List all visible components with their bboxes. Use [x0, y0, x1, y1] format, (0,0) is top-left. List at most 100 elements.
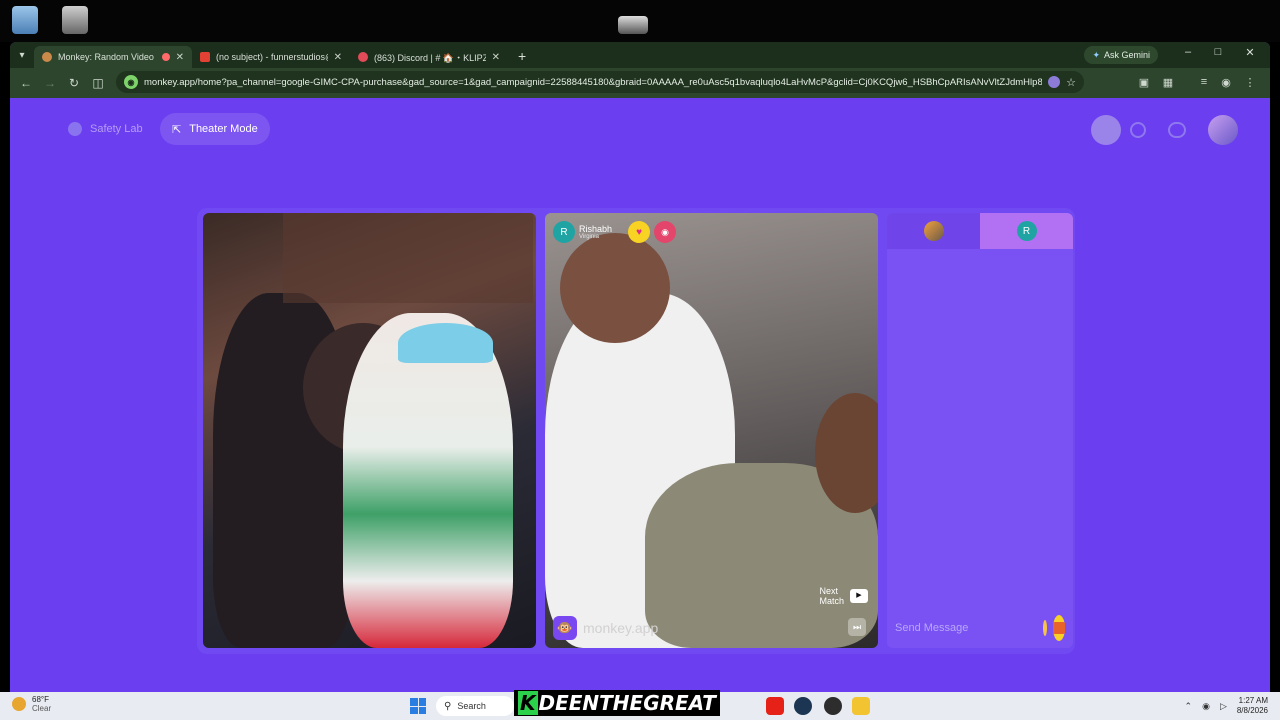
taskbar-search[interactable]: ⚲ Search	[436, 696, 514, 716]
background-crowd	[283, 213, 533, 303]
back-button[interactable]: ←	[14, 76, 38, 90]
forward-button[interactable]: →	[38, 76, 62, 90]
history-icon[interactable]	[1130, 122, 1146, 138]
tab-discord[interactable]: (863) Discord | # 🏠・KLIPZ | ıдвк ✕	[350, 46, 508, 68]
gemini-icon: ✦	[1092, 49, 1100, 60]
youtube-icon[interactable]	[766, 697, 784, 715]
url-text[interactable]: monkey.app/home?pa_channel=google-GIMC-C…	[144, 77, 1042, 88]
chat-tabs: R	[887, 213, 1073, 249]
extension-badge-icon[interactable]: ▣	[1136, 76, 1152, 90]
send-message-input[interactable]	[895, 622, 1037, 634]
recording-icon	[161, 53, 170, 61]
gmail-favicon-icon	[200, 52, 210, 62]
address-bar-row: ← → ↻ ◫ ◉ monkey.app/home?pa_channel=goo…	[10, 68, 1270, 98]
weather-condition: Clear	[32, 704, 52, 713]
search-icon: ⚲	[444, 700, 452, 712]
chat-input-row	[887, 608, 1073, 648]
gift-badge-icon[interactable]: ◉	[654, 221, 677, 243]
maximize-button[interactable]: □	[1208, 46, 1228, 58]
ask-gemini-button[interactable]: ✦ Ask Gemini	[1084, 46, 1158, 64]
windows-logo-tile	[418, 698, 426, 706]
stranger-video: R Rishabh Virginia ♥ ◉ Next Match ▶ ⏭ 🐵 …	[545, 213, 878, 648]
tab-close-icon[interactable]: ✕	[176, 52, 184, 63]
theater-mode-button[interactable]: ⇱ Theater Mode	[160, 113, 270, 145]
next-match-button[interactable]: Next Match ▶	[819, 586, 868, 606]
media-controls-icon[interactable]: ≡	[1196, 76, 1212, 90]
extensions-puzzle-icon[interactable]: ▦	[1160, 76, 1176, 90]
clock-time: 1:27 AM	[1238, 696, 1268, 705]
desktop-folder-icon[interactable]	[618, 16, 648, 34]
skip-icon[interactable]: ⏭	[848, 618, 866, 636]
windows-logo-tile	[418, 706, 426, 714]
play-icon: ▶	[850, 589, 868, 603]
bookmark-star-icon[interactable]: ☆	[1066, 76, 1076, 89]
tab-monkey[interactable]: Monkey: Random Video Ch ✕	[34, 46, 192, 68]
close-window-button[interactable]: ✕	[1240, 46, 1260, 59]
tray-chevron-icon[interactable]: ⌃	[1185, 701, 1193, 712]
taskbar-search-label: Search	[457, 701, 486, 711]
weather-widget[interactable]: 68°F Clear	[12, 695, 51, 713]
discord-favicon-icon	[358, 52, 368, 62]
tab-close-icon[interactable]: ✕	[334, 52, 342, 63]
monkey-page: Safety Lab ⇱ Theater Mode R Rishabh Virg…	[10, 98, 1270, 692]
face	[560, 233, 670, 343]
overlay-name: DEENTHEGREAT	[538, 691, 716, 715]
partner-avatar: R	[1016, 221, 1037, 241]
windows-logo-tile	[410, 698, 418, 706]
expand-icon: ⇱	[172, 123, 182, 136]
monkey-favicon-icon	[42, 52, 52, 62]
cap	[398, 323, 493, 363]
moon-icon	[12, 697, 26, 711]
person-figure	[343, 313, 513, 648]
matched-user-location: Virginia	[579, 233, 599, 240]
tab-title: (no subject) - funnerstudios@g	[216, 52, 328, 62]
ask-gemini-label: Ask Gemini	[1103, 50, 1150, 60]
profile-icon[interactable]: ◉	[1218, 76, 1234, 90]
video-chat-panel: R Rishabh Virginia ♥ ◉ Next Match ▶ ⏭ 🐵 …	[197, 208, 1075, 654]
system-tray: ⌃ ◉ ▷ 1:27 AM 8/8/2026	[1185, 696, 1268, 716]
new-tab-button[interactable]: +	[508, 48, 536, 64]
network-icon[interactable]: ◉	[1202, 701, 1210, 712]
side-panel-icon[interactable]: ◫	[86, 76, 110, 90]
clock[interactable]: 1:27 AM 8/8/2026	[1237, 696, 1268, 716]
desktop-strip	[0, 0, 1280, 42]
tab-search-icon[interactable]: ▾	[10, 50, 34, 61]
gift-button[interactable]	[1053, 615, 1065, 641]
heart-icon[interactable]: ♥	[628, 221, 651, 243]
streamer-name-overlay: K DEENTHEGREAT	[514, 690, 720, 716]
steam-icon[interactable]	[794, 697, 812, 715]
reload-button[interactable]: ↻	[62, 76, 86, 90]
safety-lab-button[interactable]: Safety Lab	[56, 113, 155, 145]
tab-gmail[interactable]: (no subject) - funnerstudios@g ✕	[192, 46, 350, 68]
self-avatar	[923, 221, 944, 241]
chat-tab-self[interactable]	[887, 213, 980, 249]
tab-title: Monkey: Random Video Ch	[58, 52, 156, 62]
site-info-icon[interactable]: ◉	[124, 75, 138, 89]
tab-close-icon[interactable]: ✕	[492, 52, 500, 63]
tab-bar: ▾ Monkey: Random Video Ch ✕ (no subject)…	[10, 42, 1270, 68]
more-menu-icon[interactable]: ⋮	[1242, 76, 1258, 90]
gift-icon	[1053, 622, 1065, 634]
crown-icon[interactable]	[1091, 115, 1121, 145]
overlay-k: K	[518, 691, 538, 715]
monkey-logo-icon: 🐵	[553, 616, 577, 640]
weather-temperature: 68°F	[32, 695, 49, 704]
minimize-button[interactable]: –	[1178, 46, 1198, 58]
matched-user-tag[interactable]: R Rishabh Virginia ♥ ◉	[553, 221, 677, 243]
file-explorer-icon[interactable]	[852, 697, 870, 715]
speaker-icon[interactable]: ▷	[1220, 701, 1227, 712]
emoji-icon[interactable]	[1043, 620, 1047, 636]
tab-title: (863) Discord | # 🏠・KLIPZ | ıдвк	[374, 52, 486, 63]
recycle-bin-icon[interactable]	[12, 6, 38, 34]
start-button[interactable]	[410, 698, 426, 714]
chat-tab-partner[interactable]: R	[980, 213, 1073, 249]
messages-icon[interactable]	[1168, 122, 1186, 138]
omnibox[interactable]: ◉ monkey.app/home?pa_channel=google-GIMC…	[116, 71, 1084, 93]
extension-icon[interactable]	[1048, 76, 1061, 88]
desktop-app-icon[interactable]	[62, 6, 88, 34]
theater-mode-label: Theater Mode	[189, 123, 258, 135]
clock-date: 8/8/2026	[1236, 706, 1268, 715]
brand-label: monkey.app	[583, 620, 659, 636]
user-avatar[interactable]	[1208, 115, 1238, 145]
chrome-icon[interactable]	[824, 697, 842, 715]
